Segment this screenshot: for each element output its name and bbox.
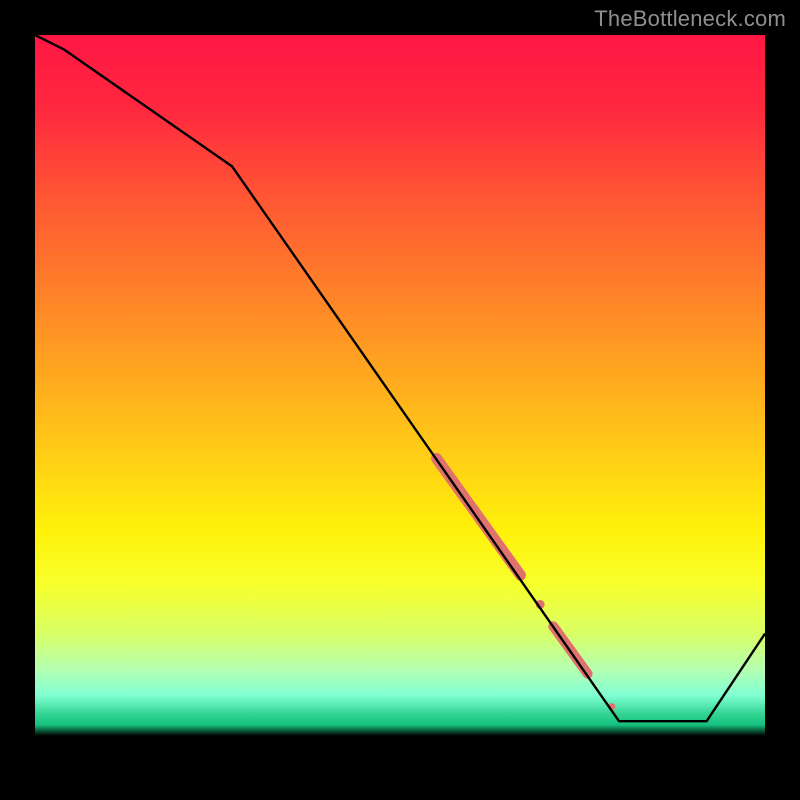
chart-frame: TheBottleneck.com	[0, 0, 800, 800]
chart-svg	[35, 35, 765, 765]
watermark-text: TheBottleneck.com	[594, 6, 786, 32]
plot-area	[35, 35, 765, 765]
gradient-background	[35, 35, 765, 765]
